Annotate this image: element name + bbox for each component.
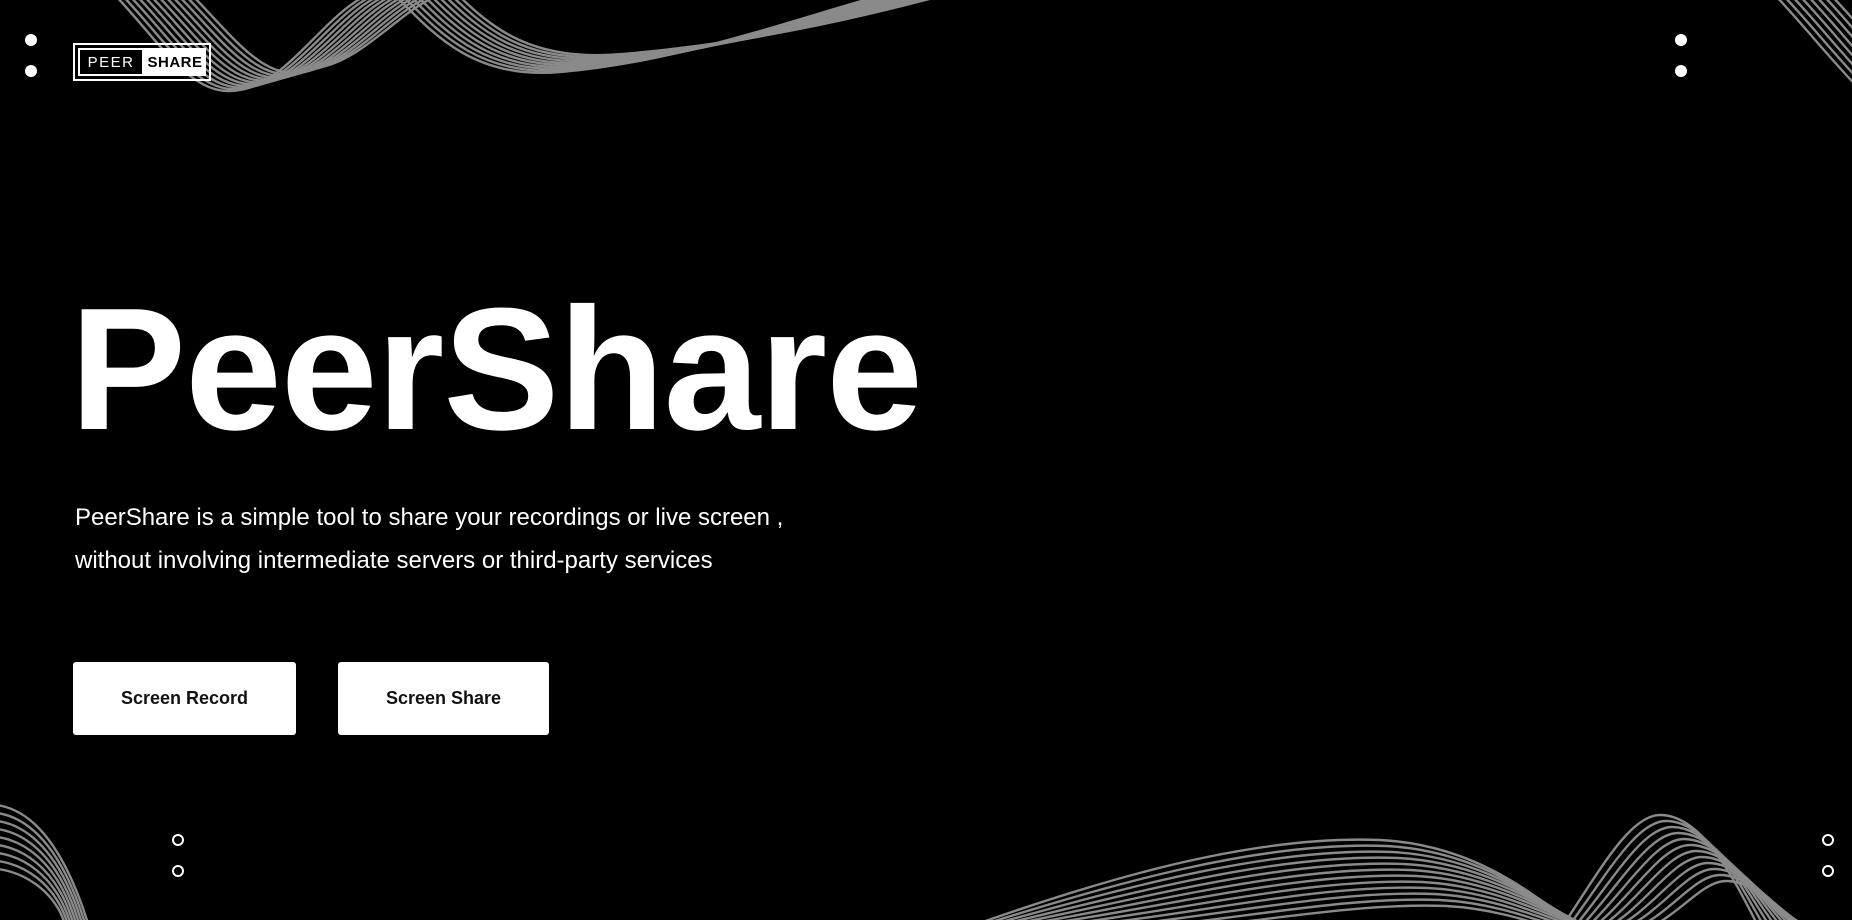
wave-line: [0, 820, 83, 920]
dot-icon: [1675, 65, 1687, 77]
wave-line: [1608, 849, 1787, 920]
wave-line: [1636, 867, 1797, 920]
ring-icon: [1822, 865, 1834, 877]
wave-line: [1826, 0, 1852, 29]
landing-page: PEER SHARE PeerShare PeerShare is a simp…: [0, 0, 1852, 920]
wave-line: [447, 0, 917, 61]
wave-line: [1778, 0, 1852, 84]
hero-description-line-2: without involving intermediate servers o…: [75, 547, 713, 574]
wave-line: [426, 0, 897, 67]
wave-line: [1660, 879, 1798, 920]
wave-line: [1199, 898, 1542, 920]
wave-line: [1616, 855, 1791, 920]
wave-top-right: [1778, 0, 1852, 84]
wave-line: [1063, 874, 1573, 920]
wave-line: [440, 0, 910, 63]
dot-icon: [1675, 34, 1687, 46]
wave-line: [1648, 873, 1798, 920]
wave-line: [461, 0, 931, 57]
wave-line: [1247, 904, 1530, 920]
wave-line: [419, 0, 890, 69]
wave-line: [195, 0, 432, 75]
logo-peer-text: PEER: [78, 48, 144, 76]
wave-line: [0, 812, 86, 920]
wave-line: [1626, 861, 1794, 920]
wave-line: [1818, 0, 1852, 39]
wave-line: [1592, 837, 1778, 920]
wave-line: [181, 0, 419, 78]
wave-top-left: [117, 0, 931, 93]
wave-line: [1004, 850, 1576, 920]
wave-line: [1028, 862, 1578, 920]
wave-line: [1578, 825, 1768, 920]
wave-line: [0, 868, 65, 920]
wave-line: [984, 838, 1569, 920]
wave-bottom-right: [984, 813, 1798, 920]
wave-line: [993, 844, 1573, 920]
wave-line: [1015, 856, 1578, 920]
wave-line: [0, 836, 77, 920]
ring-icon: [172, 865, 184, 877]
wave-line: [1802, 0, 1852, 57]
wave-line: [412, 0, 883, 71]
wave-line: [1565, 813, 1757, 920]
wave-line: [0, 844, 74, 920]
wave-line: [0, 828, 80, 920]
wave-bottom-left: [0, 804, 89, 920]
wave-line: [1088, 880, 1568, 920]
wave-line: [0, 804, 89, 920]
hero-description: PeerShare is a simple tool to share your…: [75, 496, 875, 582]
wave-line: [1157, 892, 1552, 920]
wave-line: [1794, 0, 1852, 66]
wave-line: [1119, 886, 1561, 920]
wave-line: [433, 0, 904, 65]
dot-icon: [25, 65, 37, 77]
logo-share-text: SHARE: [144, 48, 206, 76]
screen-share-button[interactable]: Screen Share: [338, 662, 549, 735]
wave-line: [398, 0, 869, 75]
wave-line: [0, 852, 71, 920]
wave-line: [1585, 831, 1773, 920]
ring-icon: [1822, 834, 1834, 846]
screen-record-button[interactable]: Screen Record: [73, 662, 296, 735]
wave-line: [1786, 0, 1852, 75]
ring-icon: [172, 834, 184, 846]
hero-description-line-1: PeerShare is a simple tool to share your…: [75, 504, 784, 531]
wave-line: [1600, 843, 1783, 920]
wave-line: [1571, 819, 1762, 920]
wave-line: [1044, 868, 1576, 920]
hero-title: PeerShare: [70, 271, 923, 466]
wave-line: [454, 0, 924, 59]
wave-line: [188, 0, 425, 76]
wave-line: [0, 860, 68, 920]
dot-icon: [25, 34, 37, 46]
brand-logo[interactable]: PEER SHARE: [73, 43, 211, 81]
wave-line: [405, 0, 876, 73]
wave-line: [1834, 0, 1852, 20]
wave-line: [1810, 0, 1852, 48]
